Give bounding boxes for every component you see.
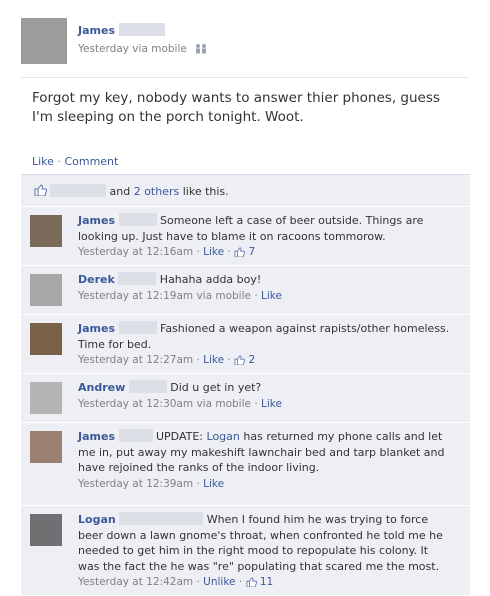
comment-avatar[interactable] xyxy=(30,514,62,546)
comment-author-link[interactable]: James xyxy=(78,322,115,335)
redacted-surname xyxy=(118,429,153,442)
redacted-surname xyxy=(119,512,204,525)
comment-author-link[interactable]: Logan xyxy=(78,513,116,526)
post-meta: Yesterday via mobile xyxy=(78,43,208,57)
comment-meta: Yesterday at 12:16am · Like · 7 xyxy=(78,245,453,263)
comment-avatar[interactable] xyxy=(30,323,62,355)
comment-item: Logan When I found him he was trying to … xyxy=(21,506,470,596)
comment-like-link[interactable]: Like xyxy=(203,354,224,366)
mobile-icon xyxy=(194,43,208,57)
comment-mention-link[interactable]: Logan xyxy=(207,430,240,443)
comment-text-prefix: UPDATE: xyxy=(156,430,204,443)
comment-avatar[interactable] xyxy=(30,382,62,414)
poster-name-row: James xyxy=(78,23,165,37)
comment-like-count[interactable]: 7 xyxy=(248,246,255,258)
comment-timestamp[interactable]: Yesterday at 12:42am xyxy=(78,576,193,588)
comment-link[interactable]: Comment xyxy=(64,155,118,168)
redacted-surname xyxy=(128,380,167,393)
comment-like-link[interactable]: Like xyxy=(261,398,282,410)
redacted-liker xyxy=(50,184,106,197)
comment-author-link[interactable]: Andrew xyxy=(78,381,125,394)
likes-others-link[interactable]: 2 others xyxy=(134,185,180,198)
status-text: Forgot my key, nobody wants to answer th… xyxy=(32,90,440,125)
comment-like-link[interactable]: Like xyxy=(261,290,282,302)
comment-avatar[interactable] xyxy=(30,274,62,306)
comment-like-link[interactable]: Like xyxy=(203,246,224,258)
comment-meta: Yesterday at 12:30am via mobile · Like xyxy=(78,397,282,410)
comment-body: Logan When I found him he was trying to … xyxy=(78,512,453,593)
comment-body: James Someone left a case of beer outsid… xyxy=(78,213,453,263)
thumbs-up-icon xyxy=(246,577,257,593)
comment-avatar[interactable] xyxy=(30,215,62,247)
comment-item: James UPDATE: Logan has returned my phon… xyxy=(21,423,470,506)
poster-name-link[interactable]: James xyxy=(78,24,115,37)
redacted-surname xyxy=(118,213,157,226)
comment-item: James Fashioned a weapon against rapists… xyxy=(21,315,470,374)
thumbs-up-icon xyxy=(34,184,48,199)
comment-meta: Yesterday at 12:39am · Like xyxy=(78,477,225,490)
comment-body: James UPDATE: Logan has returned my phon… xyxy=(78,429,453,492)
comment-timestamp[interactable]: Yesterday at 12:27am xyxy=(78,354,193,366)
comment-panel: and 2 others like this. James Someone le… xyxy=(21,174,470,595)
comment-timestamp[interactable]: Yesterday at 12:39am xyxy=(78,478,193,490)
redacted-surname xyxy=(118,272,157,285)
post-actions: Like · Comment xyxy=(32,155,118,168)
comment-meta: Yesterday at 12:19am via mobile · Like xyxy=(78,289,282,302)
likes-suffix: like this. xyxy=(182,185,229,198)
comment-author-link[interactable]: James xyxy=(78,214,115,227)
comment-body: Andrew Did u get in yet? Yesterday at 12… xyxy=(78,380,453,412)
comment-meta: Yesterday at 12:27am · Like · 2 xyxy=(78,353,453,371)
thumbs-up-icon xyxy=(234,247,246,263)
comment-unlike-link[interactable]: Unlike xyxy=(203,576,235,588)
comment-author-link[interactable]: Derek xyxy=(78,273,115,286)
likes-row: and 2 others like this. xyxy=(21,175,470,207)
comment-item: James Someone left a case of beer outsid… xyxy=(21,207,470,266)
comment-meta: Yesterday at 12:42am · Unlike · 11 xyxy=(78,575,453,593)
comment-body: James Fashioned a weapon against rapists… xyxy=(78,321,453,371)
likes-and-text: and xyxy=(109,185,131,198)
comment-like-link[interactable]: Like xyxy=(203,478,224,490)
comment-like-count[interactable]: 11 xyxy=(260,576,273,588)
comment-item: Andrew Did u get in yet? Yesterday at 12… xyxy=(21,374,470,423)
comment-timestamp[interactable]: Yesterday at 12:19am via mobile xyxy=(78,290,251,302)
poster-avatar[interactable] xyxy=(21,18,67,64)
comment-timestamp[interactable]: Yesterday at 12:30am via mobile xyxy=(78,398,251,410)
post-timestamp[interactable]: Yesterday via mobile xyxy=(78,43,187,55)
comment-text: Hahaha adda boy! xyxy=(159,273,262,286)
redacted-surname xyxy=(118,321,157,334)
like-link[interactable]: Like xyxy=(32,155,54,168)
separator: · xyxy=(57,155,61,168)
comment-like-count[interactable]: 2 xyxy=(248,354,255,366)
comment-body: Derek Hahaha adda boy! Yesterday at 12:1… xyxy=(78,272,453,304)
redacted-surname xyxy=(118,23,165,36)
likes-summary: and 2 others like this. xyxy=(50,184,229,198)
thumbs-up-icon xyxy=(234,355,246,371)
divider xyxy=(21,77,469,78)
comment-author-link[interactable]: James xyxy=(78,430,115,443)
comment-timestamp[interactable]: Yesterday at 12:16am xyxy=(78,246,193,258)
comment-avatar[interactable] xyxy=(30,431,62,463)
comment-item: Derek Hahaha adda boy! Yesterday at 12:1… xyxy=(21,266,470,315)
comment-text: Did u get in yet? xyxy=(170,381,262,394)
